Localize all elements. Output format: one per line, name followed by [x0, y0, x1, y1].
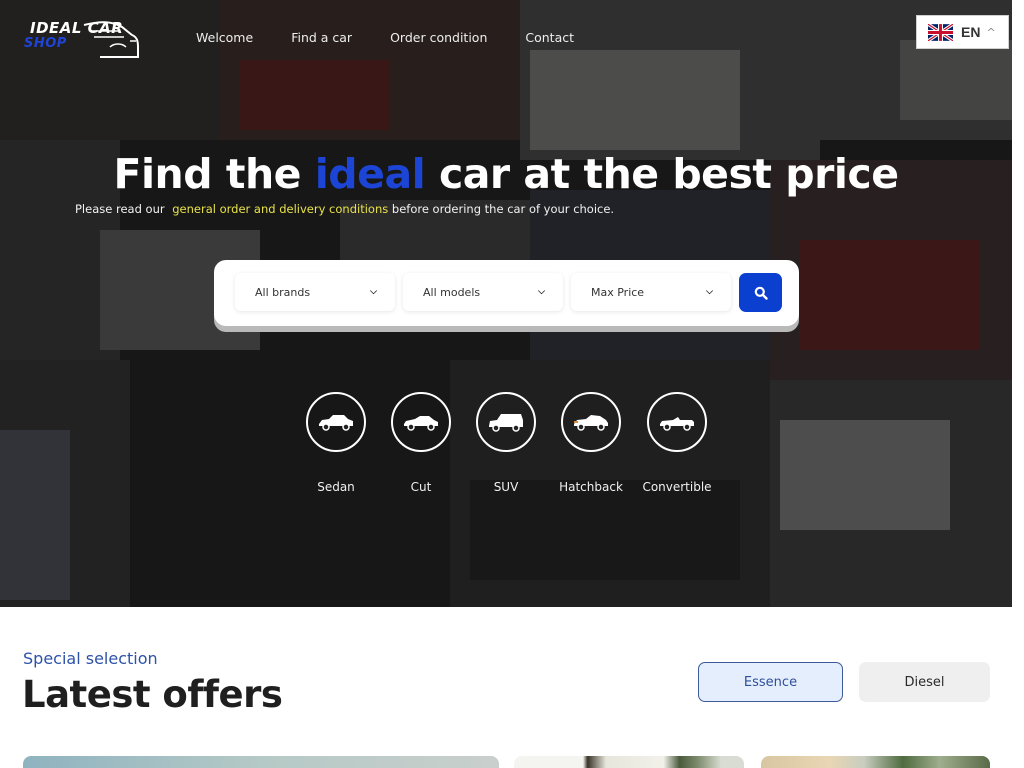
suv-icon	[489, 414, 523, 432]
brand-select-value: All brands	[255, 285, 311, 299]
car-outline-icon	[83, 21, 139, 58]
order-conditions-link[interactable]: general order and delivery conditions	[172, 202, 388, 216]
section-title: Latest offers	[22, 673, 283, 716]
hero-subtitle: Please read our general order and delive…	[75, 202, 614, 216]
chevron-down-icon: ⌵	[706, 287, 713, 297]
filter-essence-button[interactable]: Essence	[698, 662, 843, 702]
category-ring	[391, 392, 451, 452]
convertible-icon	[660, 417, 694, 431]
offer-card-image[interactable]	[23, 756, 499, 768]
nav-welcome[interactable]: Welcome	[196, 30, 253, 45]
language-code: EN	[961, 24, 981, 40]
category-cut[interactable]: Cut	[391, 392, 451, 494]
category-ring	[476, 392, 536, 452]
chevron-up-icon: ^	[986, 25, 996, 39]
logo-text-secondary: SHOP	[24, 36, 67, 51]
chevron-down-icon: ⌵	[538, 287, 545, 297]
main-nav: Welcome Find a car Order condition Conta…	[196, 30, 612, 45]
chevron-down-icon: ⌵	[370, 287, 377, 297]
headline-part-1: Find the	[113, 150, 315, 198]
nav-contact[interactable]: Contact	[525, 30, 574, 45]
subtitle-suffix: before ordering the car of your choice.	[388, 202, 615, 216]
section-kicker: Special selection	[23, 649, 158, 668]
language-selector[interactable]: EN ^	[916, 15, 1009, 49]
headline-accent: ideal	[314, 150, 426, 198]
brand-select[interactable]: All brands ⌵	[235, 273, 395, 311]
category-ring	[561, 392, 621, 452]
category-hatchback[interactable]: Hatchback	[559, 392, 623, 494]
hero-headline: Find the ideal car at the best price	[0, 150, 1012, 198]
category-sedan[interactable]: Sedan	[306, 392, 366, 494]
coupe-icon	[404, 416, 438, 431]
headline-part-2: car at the best price	[425, 150, 899, 198]
category-convertible[interactable]: Convertible	[642, 392, 712, 494]
subtitle-prefix: Please read our	[75, 202, 169, 216]
search-icon	[754, 286, 768, 300]
sedan-icon	[319, 415, 353, 431]
car-search-form: All brands ⌵ All models ⌵ Max Price ⌵	[214, 260, 799, 326]
offer-card-image[interactable]	[514, 756, 744, 768]
hero-section: IDEAL CAR SHOP Welcome Find a car Order …	[0, 0, 1012, 607]
max-price-select-value: Max Price	[591, 285, 645, 299]
filter-diesel-button[interactable]: Diesel	[859, 662, 990, 702]
nav-order-condition[interactable]: Order condition	[390, 30, 487, 45]
search-button[interactable]	[739, 273, 782, 312]
category-label: Convertible	[642, 480, 712, 494]
offer-card-image[interactable]	[761, 756, 990, 768]
category-ring	[306, 392, 366, 452]
uk-flag-icon	[928, 23, 953, 41]
model-select[interactable]: All models ⌵	[403, 273, 563, 311]
model-select-value: All models	[423, 285, 481, 299]
nav-find-a-car[interactable]: Find a car	[291, 30, 352, 45]
site-logo[interactable]: IDEAL CAR SHOP	[22, 17, 142, 61]
max-price-select[interactable]: Max Price ⌵	[571, 273, 731, 311]
category-ring	[647, 392, 707, 452]
hatchback-icon	[574, 415, 608, 431]
category-suv[interactable]: SUV	[476, 392, 536, 494]
